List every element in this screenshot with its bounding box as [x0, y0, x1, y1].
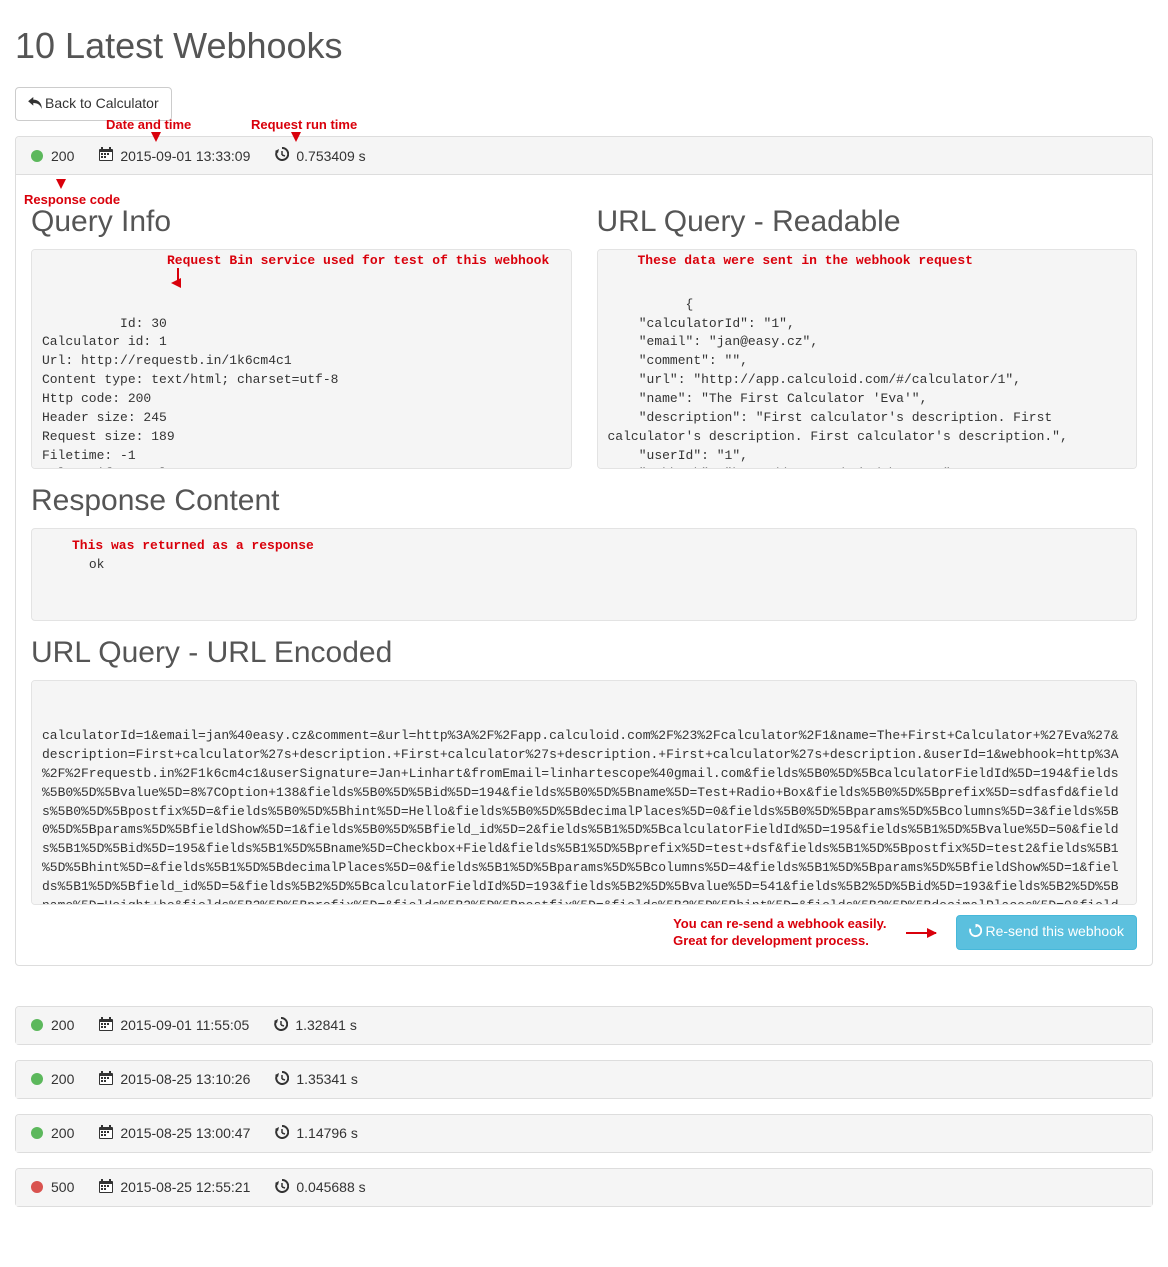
status-code: 200	[51, 1071, 74, 1087]
panel-heading[interactable]: 200 2015-08-25 13:00:47 1.14796 s	[16, 1115, 1152, 1152]
query-info-box[interactable]: Request Bin service used for test of thi…	[31, 249, 572, 469]
status-indicator	[31, 150, 43, 162]
resend-button-label: Re-send this webhook	[985, 923, 1124, 939]
webhook-runtime: 1.35341 s	[296, 1071, 358, 1087]
status-code: 200	[51, 1125, 74, 1141]
arrow-icon	[177, 268, 179, 286]
heading-response-content: Response Content	[31, 484, 1137, 518]
heading-url-encoded: URL Query - URL Encoded	[31, 636, 1137, 670]
url-readable-box[interactable]: These data were sent in the webhook requ…	[597, 249, 1138, 469]
annotation-response: This was returned as a response	[72, 537, 314, 556]
calendar-icon	[99, 1179, 113, 1196]
arrow-icon	[56, 179, 66, 189]
url-encoded-text: calculatorId=1&email=jan%40easy.cz&comme…	[42, 728, 1119, 905]
history-icon	[275, 1125, 289, 1142]
webhook-panel-collapsed: 200 2015-08-25 13:00:47 1.14796 s	[15, 1114, 1153, 1153]
webhook-datetime: 2015-08-25 13:10:26	[120, 1071, 250, 1087]
webhook-datetime: 2015-08-25 13:00:47	[120, 1125, 250, 1141]
calendar-icon	[99, 1071, 113, 1088]
history-icon	[274, 1017, 288, 1034]
annotation-run-time: Request run time	[251, 117, 357, 132]
reply-icon	[28, 95, 42, 115]
annotation-resend: You can re-send a webhook easily. Great …	[673, 916, 886, 950]
webhook-panel-collapsed: 200 2015-08-25 13:10:26 1.35341 s	[15, 1060, 1153, 1099]
webhook-runtime: 1.14796 s	[296, 1125, 358, 1141]
arrow-icon	[906, 932, 936, 934]
refresh-icon	[969, 923, 982, 943]
status-code: 200	[51, 148, 74, 164]
webhook-panel-expanded: Date and time Request run time 200 2015-…	[15, 136, 1153, 965]
query-info-text: Id: 30 Calculator id: 1 Url: http://requ…	[42, 316, 338, 469]
webhook-datetime: 2015-09-01 11:55:05	[120, 1017, 249, 1033]
resend-button[interactable]: Re-send this webhook	[956, 915, 1137, 949]
back-button[interactable]: Back to Calculator	[15, 87, 172, 121]
response-content-box[interactable]: ok This was returned as a response	[31, 528, 1137, 621]
arrow-icon	[291, 132, 301, 142]
status-code: 500	[51, 1179, 74, 1195]
annotation-data-sent: These data were sent in the webhook requ…	[638, 252, 973, 271]
webhook-datetime: 2015-09-01 13:33:09	[120, 148, 250, 164]
status-indicator	[31, 1181, 43, 1193]
panel-heading[interactable]: 200 2015-08-25 13:10:26 1.35341 s	[16, 1061, 1152, 1098]
webhook-datetime: 2015-08-25 12:55:21	[120, 1179, 250, 1195]
webhook-runtime: 1.32841 s	[295, 1017, 357, 1033]
webhook-runtime: 0.753409 s	[296, 148, 365, 164]
response-content-text: ok	[89, 557, 105, 572]
status-code: 200	[51, 1017, 74, 1033]
panel-heading[interactable]: 200 2015-09-01 13:33:09 0.753409 s	[16, 137, 1152, 175]
calendar-icon	[99, 1125, 113, 1142]
url-readable-text: { "calculatorId": "1", "email": "jan@eas…	[608, 297, 1068, 469]
url-encoded-box[interactable]: calculatorId=1&email=jan%40easy.cz&comme…	[31, 680, 1137, 905]
annotation-date-time: Date and time	[106, 117, 191, 132]
webhook-panel-collapsed: 500 2015-08-25 12:55:21 0.045688 s	[15, 1168, 1153, 1207]
status-indicator	[31, 1127, 43, 1139]
arrow-icon	[151, 132, 161, 142]
webhook-panel-collapsed: 200 2015-09-01 11:55:05 1.32841 s	[15, 1006, 1153, 1045]
history-icon	[275, 1179, 289, 1196]
page-title: 10 Latest Webhooks	[15, 25, 1153, 67]
webhook-runtime: 0.045688 s	[296, 1179, 365, 1195]
calendar-icon	[99, 147, 113, 164]
heading-url-readable: URL Query - Readable	[597, 205, 1138, 239]
heading-query-info: Query Info	[31, 205, 572, 239]
annotation-request-bin: Request Bin service used for test of thi…	[167, 252, 549, 271]
panel-heading[interactable]: 200 2015-09-01 11:55:05 1.32841 s	[16, 1007, 1152, 1044]
status-indicator	[31, 1073, 43, 1085]
history-icon	[275, 147, 289, 164]
history-icon	[275, 1071, 289, 1088]
status-indicator	[31, 1019, 43, 1031]
panel-heading[interactable]: 500 2015-08-25 12:55:21 0.045688 s	[16, 1169, 1152, 1206]
back-button-label: Back to Calculator	[45, 95, 159, 111]
calendar-icon	[99, 1017, 113, 1034]
